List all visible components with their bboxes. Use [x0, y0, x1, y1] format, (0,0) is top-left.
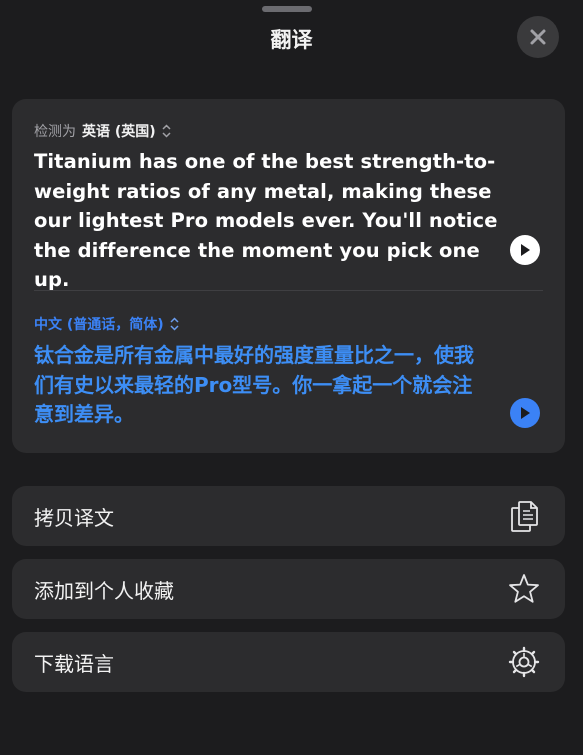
target-language: 中文 (普通话，简体) — [34, 317, 164, 333]
star-icon — [506, 571, 542, 607]
play-translation-button[interactable] — [510, 398, 540, 428]
source-text: Titanium has one of the best strength-to… — [34, 150, 498, 291]
chevron-updown-icon — [162, 124, 171, 138]
translation-card: 检测为 英语 (英国) Titanium has one of the best… — [12, 99, 565, 453]
detect-prefix: 检测为 — [34, 124, 76, 140]
play-icon — [521, 407, 530, 419]
copy-icon — [506, 498, 542, 534]
download-languages-button[interactable]: 下载语言 — [12, 632, 565, 692]
close-icon — [530, 29, 546, 45]
close-button[interactable] — [517, 16, 559, 58]
play-source-button[interactable] — [510, 235, 540, 265]
source-language: 英语 (英国) — [82, 124, 156, 140]
gear-icon — [506, 644, 542, 680]
copy-translation-label: 拷贝译文 — [34, 505, 114, 530]
divider — [34, 290, 543, 291]
add-to-favorites-button[interactable]: 添加到个人收藏 — [12, 559, 565, 619]
download-languages-label: 下载语言 — [34, 651, 114, 676]
target-language-selector[interactable]: 中文 (普通话，简体) — [34, 314, 179, 334]
add-to-favorites-label: 添加到个人收藏 — [34, 578, 174, 603]
play-icon — [521, 244, 530, 256]
translated-text: 钛合金是所有金属中最好的强度重量比之一，使我们有史以来最轻的Pro型号。你一拿起… — [34, 343, 474, 426]
sheet-title: 翻译 — [270, 28, 313, 52]
sheet-grabber[interactable] — [262, 6, 312, 12]
chevron-updown-icon — [170, 317, 179, 331]
copy-translation-button[interactable]: 拷贝译文 — [12, 486, 565, 546]
source-language-selector[interactable]: 检测为 英语 (英国) — [34, 121, 171, 141]
